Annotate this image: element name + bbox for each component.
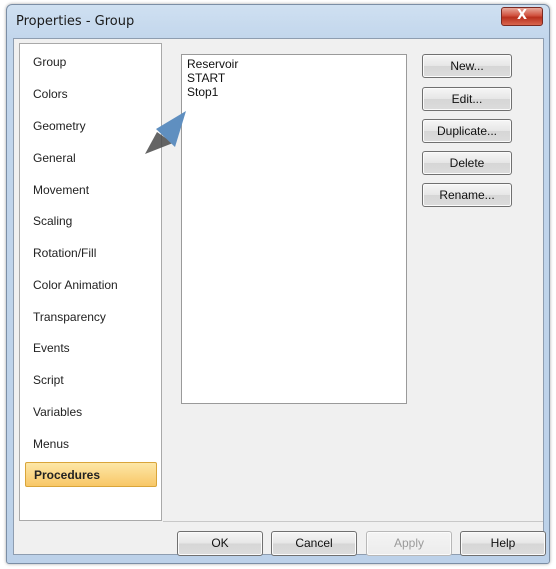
cancel-button[interactable]: Cancel xyxy=(271,531,357,556)
ok-button[interactable]: OK xyxy=(177,531,263,556)
title-bar: Properties - Group X xyxy=(7,5,549,39)
nav-item-script[interactable]: Script xyxy=(25,368,157,393)
nav-item-rotation-fill[interactable]: Rotation/Fill xyxy=(25,241,157,266)
procedures-list[interactable]: Reservoir START Stop1 xyxy=(181,54,407,404)
footer-divider xyxy=(163,521,543,522)
nav-item-group[interactable]: Group xyxy=(25,50,157,75)
duplicate-button[interactable]: Duplicate... xyxy=(422,119,512,143)
nav-item-movement[interactable]: Movement xyxy=(25,178,157,203)
list-item[interactable]: START xyxy=(187,71,406,85)
nav-item-variables[interactable]: Variables xyxy=(25,400,157,425)
nav-item-scaling[interactable]: Scaling xyxy=(25,209,157,234)
list-item[interactable]: Stop1 xyxy=(187,85,406,99)
nav-item-menus[interactable]: Menus xyxy=(25,432,157,457)
nav-item-events[interactable]: Events xyxy=(25,336,157,361)
dialog-client-area: Group Colors Geometry General Movement S… xyxy=(13,38,546,556)
window-title: Properties - Group xyxy=(16,14,135,29)
rename-button[interactable]: Rename... xyxy=(422,183,512,207)
close-icon: X xyxy=(516,8,528,23)
close-button[interactable]: X xyxy=(501,7,543,26)
help-button[interactable]: Help xyxy=(460,531,546,556)
new-button[interactable]: New... xyxy=(422,54,512,78)
apply-button[interactable]: Apply xyxy=(366,531,452,556)
nav-item-procedures[interactable]: Procedures xyxy=(25,462,157,487)
delete-button[interactable]: Delete xyxy=(422,151,512,175)
list-item[interactable]: Reservoir xyxy=(187,57,406,71)
nav-item-colors[interactable]: Colors xyxy=(25,82,157,107)
arrow-pointer-icon xyxy=(145,111,186,154)
nav-item-color-animation[interactable]: Color Animation xyxy=(25,273,157,298)
properties-dialog: Properties - Group X Group Colors Geomet… xyxy=(6,4,550,564)
edit-button[interactable]: Edit... xyxy=(422,87,512,111)
nav-item-transparency[interactable]: Transparency xyxy=(25,305,157,330)
